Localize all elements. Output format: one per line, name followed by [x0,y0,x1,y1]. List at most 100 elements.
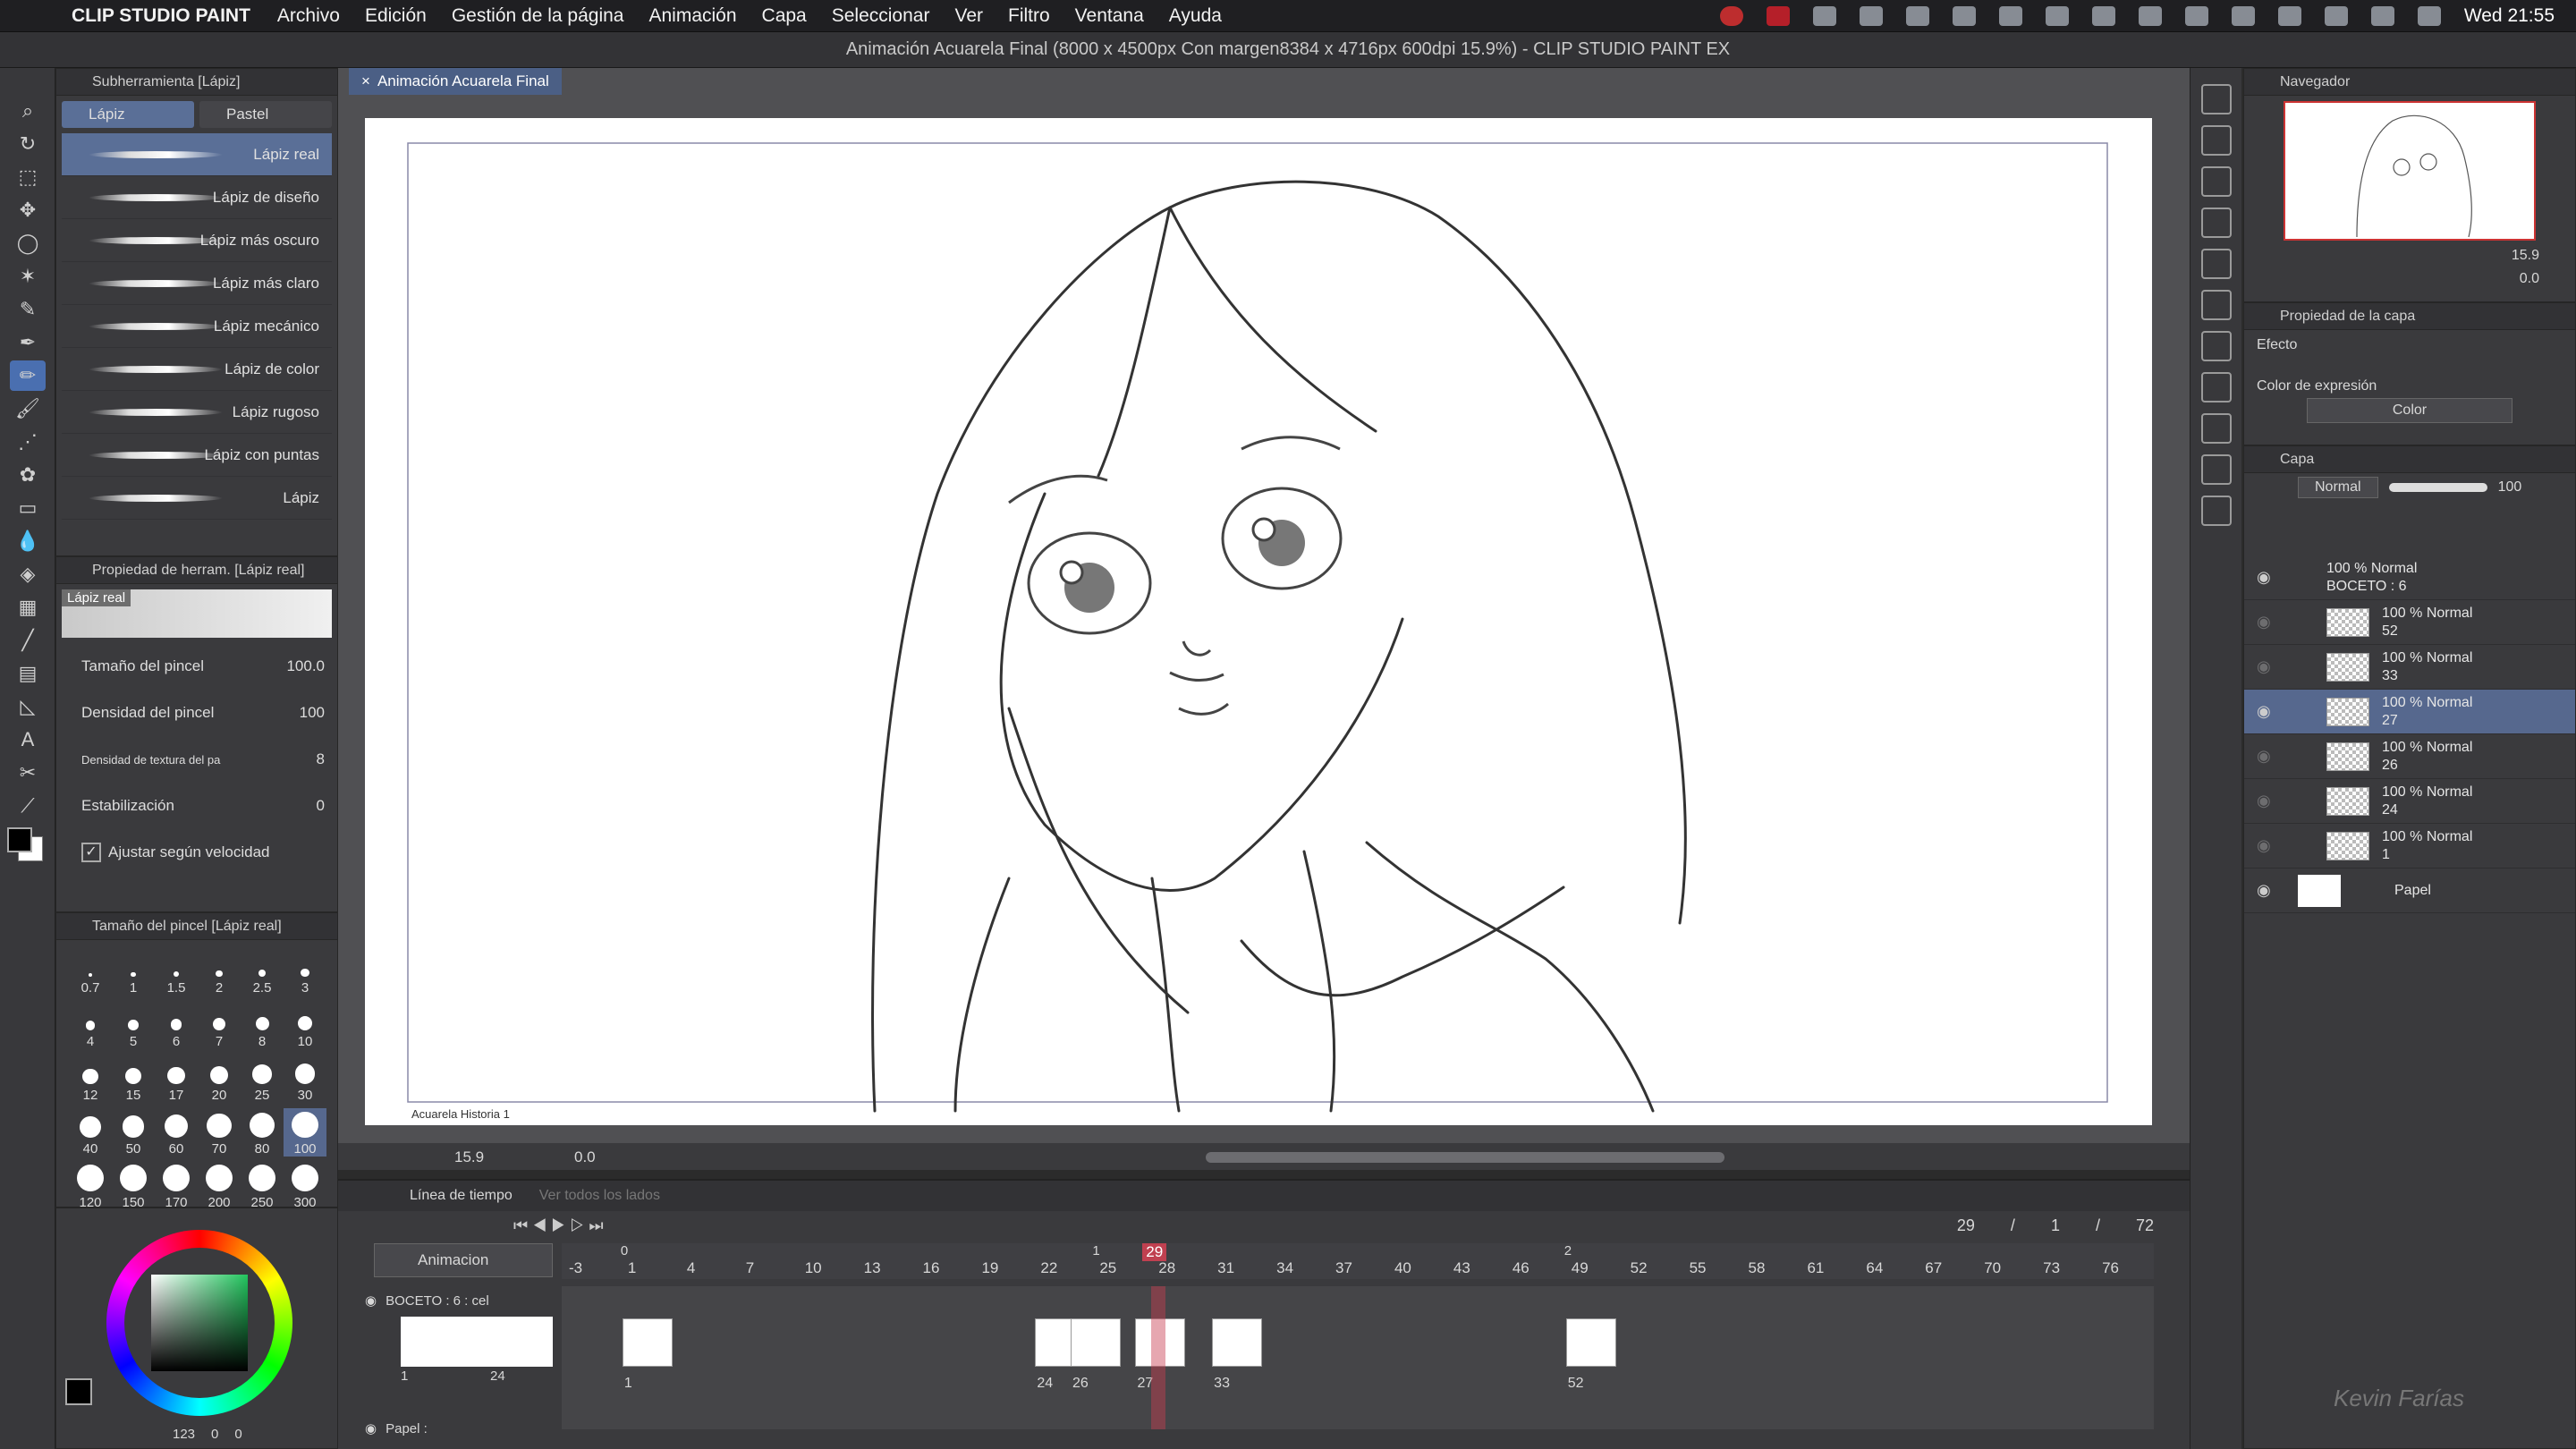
opacity-slider[interactable] [2388,483,2487,492]
drawing-canvas[interactable]: Acuarela Historia 1 [365,118,2152,1125]
navigator-zoom[interactable]: 15.9 [2512,248,2539,264]
current-frame-marker[interactable]: 29 [1142,1243,1167,1261]
app-menu[interactable]: CLIP STUDIO PAINT [72,5,250,27]
eye-icon[interactable]: ◉ [2257,747,2271,766]
main-sub-color[interactable] [0,824,55,877]
close-icon[interactable]: × [361,72,370,90]
history-icon[interactable] [2201,166,2232,197]
close-icon[interactable] [2201,208,2232,238]
stabilization-value[interactable]: 0 [317,797,325,815]
brush-lapiz-real[interactable]: Lápiz real [62,133,332,176]
airbrush-icon[interactable]: ⋰ [10,427,46,457]
layer-row[interactable]: ◉ 100 % Normal 26 [2244,734,2575,779]
brush-size-preset[interactable]: 70 [198,1108,241,1157]
zoom-tool-icon[interactable]: ⌕ [10,96,46,126]
opacity-value[interactable]: 100 [2498,479,2522,496]
image-icon[interactable] [2201,331,2232,361]
eye-icon[interactable]: ◉ [365,1420,377,1436]
decoration-icon[interactable]: ✿ [10,460,46,490]
ruler-icon[interactable]: ◺ [10,691,46,722]
texture-density-row[interactable]: Densidad de textura del pa 8 [56,736,337,783]
document-tab[interactable]: × Animación Acuarela Final [349,68,562,95]
brush-size-preset[interactable]: 2 [198,947,241,996]
balloon-icon[interactable]: ✂ [10,758,46,788]
menu-gestion-pagina[interactable]: Gestión de la página [452,5,624,27]
playback-controls[interactable]: ⏮ ◀ ▶ ▷ ⏭ [513,1216,604,1235]
frame-icon[interactable]: ▤ [10,658,46,689]
correct-line-icon[interactable]: ⟋ [10,791,46,821]
cel-thumbnail[interactable] [1070,1318,1121,1367]
folder-icon[interactable] [2201,249,2232,279]
cel-track[interactable]: 1 24 26 27 33 52 [562,1286,2154,1429]
figure-icon[interactable]: ╱ [10,625,46,656]
download-icon[interactable] [2201,372,2232,402]
menu-capa[interactable]: Capa [762,5,807,27]
material-icon[interactable] [2201,125,2232,156]
move-tool-icon[interactable]: ✥ [10,195,46,225]
animation-folder-select[interactable]: Animacion [374,1243,553,1277]
gradient-icon[interactable]: ▦ [10,592,46,623]
brush-lapiz-puntas[interactable]: Lápiz con puntas [62,434,332,477]
pen-tool-icon[interactable]: ✒ [10,327,46,358]
pencil-tool-icon[interactable]: ✏ [10,360,46,391]
horizontal-scrollbar[interactable] [1206,1152,1724,1163]
eye-icon[interactable]: ◉ [2257,657,2271,676]
layer-row[interactable]: ◉ 100 % Normal 1 [2244,824,2575,869]
canvas-angle-value[interactable]: 0.0 [574,1148,596,1166]
control-center-icon[interactable] [2370,6,2394,26]
play-icon[interactable] [2045,6,2069,26]
canvas-zoom-value[interactable]: 15.9 [454,1148,484,1166]
tab-lapiz[interactable]: Lápiz [62,101,194,128]
menu-ver[interactable]: Ver [954,5,983,27]
menu-archivo[interactable]: Archivo [277,5,340,27]
siri-icon[interactable] [2417,6,2441,26]
moon-icon[interactable] [2091,6,2115,26]
menu-edicion[interactable]: Edición [365,5,427,27]
blend-icon[interactable]: 💧 [10,526,46,556]
expression-color-select[interactable]: Color [2307,398,2512,423]
brush-size-preset[interactable]: 100 [284,1108,326,1157]
brush-size-preset[interactable]: 15 [112,1055,155,1103]
frame-ruler[interactable]: -3 1 4 7 10 13 16 19 22 25 28 31 34 37 40 43 46 49 52 55 58 6… [562,1243,2154,1279]
eyedropper-icon[interactable]: ✎ [10,294,46,325]
brush-size-preset[interactable]: 40 [69,1108,112,1157]
brush-size-preset[interactable]: 80 [241,1108,284,1157]
status-icon[interactable] [1812,6,1836,26]
status-icon[interactable] [1998,6,2022,26]
image-icon[interactable] [2201,413,2232,444]
object-tool-icon[interactable]: ⬚ [10,162,46,192]
menu-ayuda[interactable]: Ayuda [1169,5,1222,27]
brush-lapiz-color[interactable]: Lápiz de color [62,348,332,391]
brush-lapiz-claro[interactable]: Lápiz más claro [62,262,332,305]
brush-size-preset[interactable]: 150 [112,1162,155,1210]
cel-thumbnail[interactable] [1565,1318,1616,1367]
brush-size-preset[interactable]: 60 [155,1108,198,1157]
layer-row[interactable]: ◉ 100 % Normal 52 [2244,600,2575,645]
battery-icon[interactable] [2231,6,2255,26]
folder-icon[interactable] [2201,290,2232,320]
brush-size-preset[interactable]: 8 [241,1001,284,1049]
layer-row[interactable]: ◉ 100 % Normal 24 [2244,779,2575,824]
tab-timeline[interactable]: Línea de tiempo [410,1188,513,1204]
status-icon[interactable] [1859,6,1883,26]
saturation-square[interactable] [151,1275,248,1371]
brush-size-preset[interactable]: 17 [155,1055,198,1103]
brush-size-preset[interactable]: 1 [112,947,155,996]
brush-size-value[interactable]: 100.0 [286,657,325,675]
magic-wand-icon[interactable]: ✶ [10,261,46,292]
brush-size-preset[interactable]: 25 [241,1055,284,1103]
brush-size-preset[interactable]: 200 [198,1162,241,1210]
status-icon[interactable] [1952,6,1976,26]
color-wheel[interactable] [106,1230,292,1416]
volume-icon[interactable] [2138,6,2162,26]
speed-checkbox-row[interactable]: ✓ Ajustar según velocidad [56,829,337,876]
wifi-icon[interactable] [2277,6,2301,26]
track-papel[interactable]: ◉ Papel : [365,1415,553,1442]
lasso-tool-icon[interactable]: ◯ [10,228,46,258]
brush-size-preset[interactable]: 1.5 [155,947,198,996]
track-boceto[interactable]: ◉ BOCETO : 6 : cel [365,1286,553,1315]
brush-size-preset[interactable]: 6 [155,1001,198,1049]
text-tool-icon[interactable]: A [10,724,46,755]
layer-row[interactable]: ◉ 100 % Normal 33 [2244,645,2575,690]
tab-pastel[interactable]: Pastel [199,101,332,128]
